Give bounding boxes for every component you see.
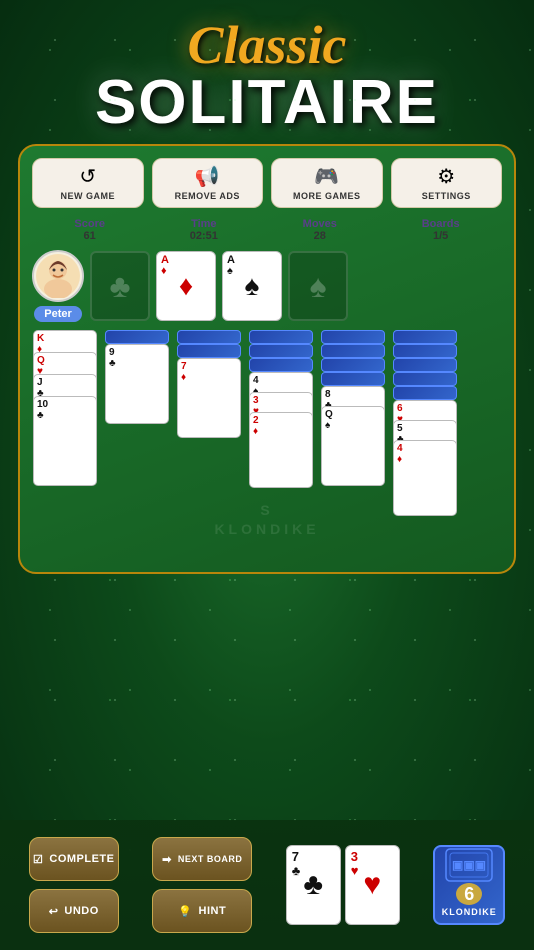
stat-score: Score 61 xyxy=(74,218,105,242)
waste-card-7-club[interactable]: 7♣ ♣ xyxy=(286,845,341,925)
score-value: 61 xyxy=(74,230,105,242)
more-games-label: MORE GAMES xyxy=(293,191,361,201)
stock-number: 6 xyxy=(456,883,482,905)
waste-7-rank: 7♣ xyxy=(292,850,301,879)
waste-area: 7♣ ♣ 3♥ ♥ xyxy=(286,845,400,925)
waste-3-center: ♥ xyxy=(363,868,381,902)
player-name: Peter xyxy=(34,306,82,322)
time-value: 02:51 xyxy=(190,230,218,242)
foundation-club[interactable]: ♣ xyxy=(90,251,150,321)
club-icon: ♣ xyxy=(110,268,131,305)
foundation-ace-spade[interactable]: A♠ ♠ xyxy=(222,251,282,321)
title-area: Classic SOLITAIRE xyxy=(0,0,534,144)
undo-button[interactable]: ↩ UNDO xyxy=(29,889,119,933)
tableau-back-2a[interactable] xyxy=(105,330,169,344)
hint-button[interactable]: 💡 HINT xyxy=(152,889,252,933)
avatar xyxy=(32,250,84,302)
watermark: SKLONDIKE xyxy=(214,501,319,540)
tableau-back-4a[interactable] xyxy=(249,330,313,344)
tableau-card-4-diamond[interactable]: 4♦ xyxy=(393,440,457,516)
toolbar: ↺ NEW GAME 📢 REMOVE ADS 🎮 MORE GAMES ⚙ S… xyxy=(32,158,502,208)
waste-3-rank: 3♥ xyxy=(351,850,359,879)
foundation-ace-diamond[interactable]: A♦ ♦ xyxy=(156,251,216,321)
tableau-back-6d[interactable] xyxy=(393,372,457,386)
tableau-card-10-club[interactable]: 10♣ xyxy=(33,396,97,486)
new-game-icon: ↺ xyxy=(79,167,96,187)
more-games-icon: 🎮 xyxy=(314,167,339,187)
boards-label: Boards xyxy=(422,218,460,230)
foundation-cards: ♣ A♦ ♦ A♠ ♠ ♠ xyxy=(90,251,502,321)
waste-card-3-heart[interactable]: 3♥ ♥ xyxy=(345,845,400,925)
next-board-label: NEXT BOARD xyxy=(178,854,243,864)
right-left-buttons: ➡ NEXT BOARD 💡 HINT xyxy=(152,837,252,933)
ace-diamond-rank: A♦ xyxy=(161,255,169,277)
game-panel: ↺ NEW GAME 📢 REMOVE ADS 🎮 MORE GAMES ⚙ S… xyxy=(18,144,516,574)
svg-text:▣▣▣: ▣▣▣ xyxy=(452,858,486,872)
remove-ads-icon: 📢 xyxy=(195,167,220,187)
tableau-back-6c[interactable] xyxy=(393,358,457,372)
left-buttons: ☑ COMPLETE ↩ UNDO xyxy=(29,837,119,933)
next-board-button[interactable]: ➡ NEXT BOARD xyxy=(152,837,252,881)
remove-ads-button[interactable]: 📢 REMOVE ADS xyxy=(152,158,264,208)
tableau-card-7-diamond[interactable]: 7♦ xyxy=(177,358,241,438)
tableau-back-6b[interactable] xyxy=(393,344,457,358)
time-label: Time xyxy=(190,218,218,230)
tableau-back-3b[interactable] xyxy=(177,344,241,358)
waste-7-center: ♣ xyxy=(303,868,323,902)
tableau-card-2-diamond[interactable]: 2♦ xyxy=(249,412,313,488)
tableau-back-5a[interactable] xyxy=(321,330,385,344)
boards-value: 1/5 xyxy=(422,230,460,242)
settings-button[interactable]: ⚙ SETTINGS xyxy=(391,158,503,208)
remove-ads-label: REMOVE ADS xyxy=(175,191,240,201)
stat-boards: Boards 1/5 xyxy=(422,218,460,242)
hint-icon: 💡 xyxy=(178,905,192,918)
moves-label: Moves xyxy=(303,218,337,230)
undo-icon: ↩ xyxy=(49,905,59,918)
new-game-label: NEW GAME xyxy=(61,191,116,201)
title-solitaire: SOLITAIRE xyxy=(0,72,534,134)
tableau-card-q-spade[interactable]: Q♠ xyxy=(321,406,385,486)
undo-label: UNDO xyxy=(64,905,98,917)
hint-label: HINT xyxy=(199,905,227,917)
foundation-row: Peter ♣ A♦ ♦ A♠ ♠ ♠ xyxy=(32,250,502,322)
stats-row: Score 61 Time 02:51 Moves 28 Boards 1/5 xyxy=(32,218,502,242)
stock-pile[interactable]: ▣▣▣ 6 KLONDIKE xyxy=(433,845,505,925)
tableau-back-5c[interactable] xyxy=(321,358,385,372)
score-label: Score xyxy=(74,218,105,230)
complete-label: COMPLETE xyxy=(49,853,114,865)
more-games-button[interactable]: 🎮 MORE GAMES xyxy=(271,158,383,208)
spade-icon: ♠ xyxy=(310,268,327,305)
stat-time: Time 02:51 xyxy=(190,218,218,242)
tableau-back-4c[interactable] xyxy=(249,358,313,372)
tableau-back-3a[interactable] xyxy=(177,330,241,344)
stock-label: KLONDIKE xyxy=(442,907,497,917)
tableau-back-6a[interactable] xyxy=(393,330,457,344)
complete-button[interactable]: ☑ COMPLETE xyxy=(29,837,119,881)
next-board-icon: ➡ xyxy=(162,853,172,866)
bottom-bar: ☑ COMPLETE ↩ UNDO ➡ NEXT BOARD 💡 HINT 7♣… xyxy=(0,820,534,950)
new-game-button[interactable]: ↺ NEW GAME xyxy=(32,158,144,208)
tableau-area: SKLONDIKE K♦ K♦ Q♥ J♣ 10♣ 9♣ xyxy=(32,330,502,560)
ace-diamond-center: ♦ xyxy=(179,270,193,302)
tableau-back-4b[interactable] xyxy=(249,344,313,358)
settings-icon: ⚙ xyxy=(437,167,455,187)
title-classic: Classic xyxy=(0,18,534,72)
tableau-back-5d[interactable] xyxy=(321,372,385,386)
tableau-card-9-club[interactable]: 9♣ xyxy=(105,344,169,424)
foundation-spade[interactable]: ♠ xyxy=(288,251,348,321)
settings-label: SETTINGS xyxy=(422,191,471,201)
complete-icon: ☑ xyxy=(33,853,43,866)
avatar-wrap: Peter xyxy=(32,250,84,322)
ace-spade-center: ♠ xyxy=(245,270,260,302)
ace-spade-rank: A♠ xyxy=(227,255,235,277)
stat-moves: Moves 28 xyxy=(303,218,337,242)
tableau-back-6e[interactable] xyxy=(393,386,457,400)
moves-value: 28 xyxy=(303,230,337,242)
tableau-back-5b[interactable] xyxy=(321,344,385,358)
